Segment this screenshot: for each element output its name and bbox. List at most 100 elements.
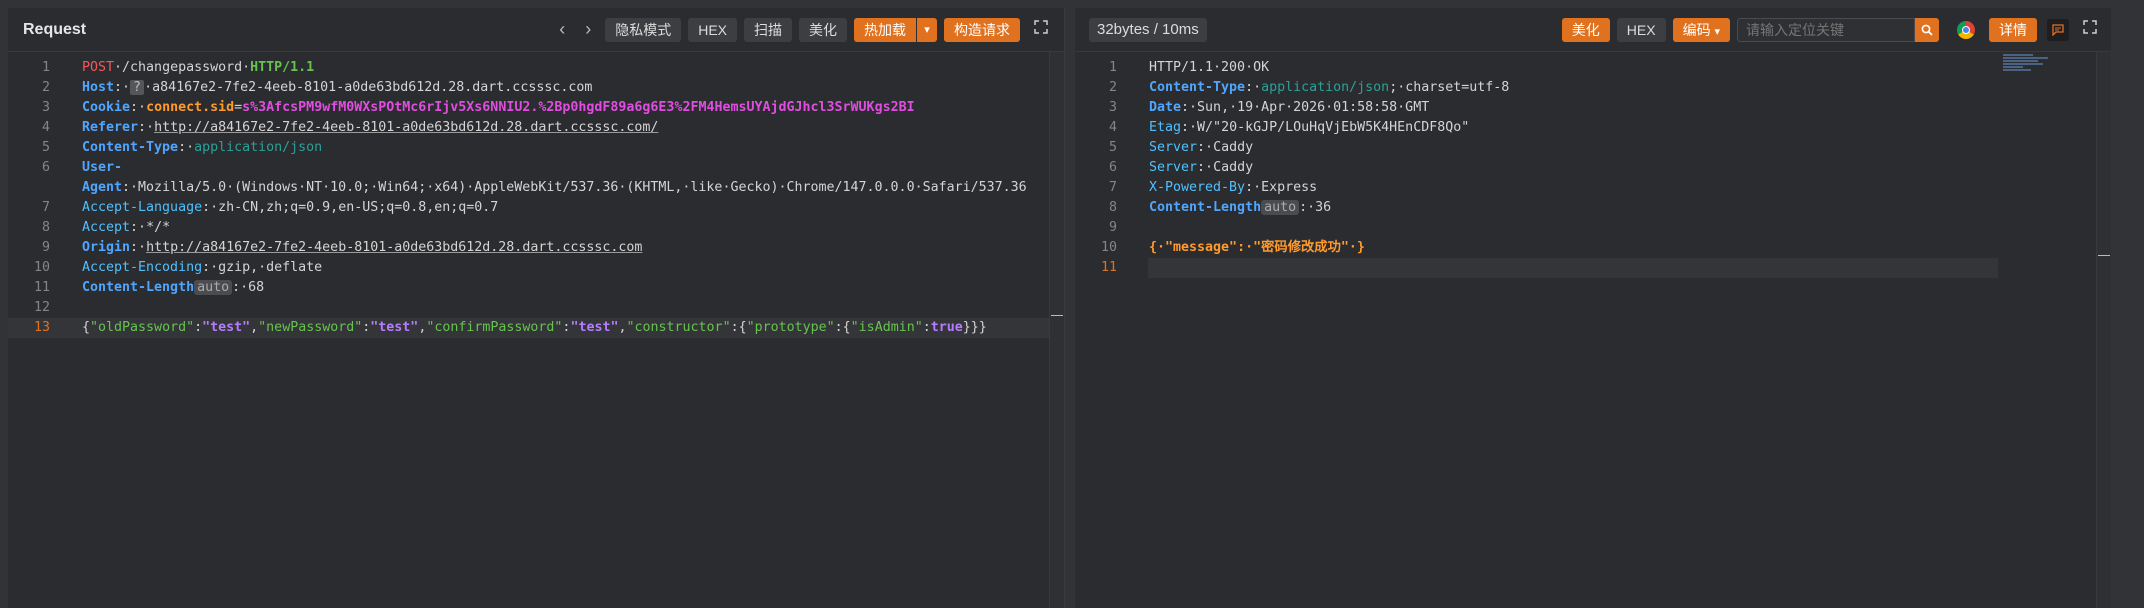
auto-badge[interactable]: auto [194, 280, 233, 295]
header-key: Content-Type [82, 140, 179, 155]
build-request-button[interactable]: 构造请求 [944, 17, 1020, 42]
http-method: POST [82, 60, 115, 75]
line-number: 7 [41, 200, 50, 215]
header-key: Host [82, 80, 115, 95]
header-colon: :· [138, 120, 155, 135]
json-body: {"oldPassword":"test","newPassword":"tes… [82, 320, 987, 335]
encoding-label: 编码 [1682, 21, 1711, 38]
header-key: Content-Type [1149, 80, 1246, 95]
request-editor[interactable]: 1 POST·/changepassword·HTTP/1.1 2 Host:·… [8, 52, 1064, 608]
comment-icon[interactable] [2047, 18, 2069, 41]
code-line: 7 Accept-Language:·zh-CN,zh;q=0.9,en-US;… [8, 198, 1064, 218]
line-number: 4 [1108, 120, 1117, 135]
hex-button[interactable]: HEX [688, 17, 737, 42]
cookie-value: s%3AfcsPM9wfM0WXsPOtMc6rIjv5Xs6NNIU2.%2B… [242, 100, 915, 115]
header-key: Accept [82, 220, 131, 235]
chrome-icon[interactable] [1957, 20, 1975, 39]
beautify-button[interactable]: 美化 [799, 17, 847, 42]
request-scrollbar[interactable] [1049, 52, 1064, 608]
header-value: zh-CN,zh;q=0.9,en-US;q=0.8,en;q=0.7 [218, 200, 499, 215]
response-panel: 32bytes / 10ms 美化 HEX 编码 ▾ 详情 1 HTTP/1.1… [1075, 8, 2111, 608]
response-toolbar: 32bytes / 10ms 美化 HEX 编码 ▾ 详情 [1075, 8, 2111, 52]
json-body: {·"message":·"密码修改成功"·} [1149, 240, 1365, 255]
line-number: 10 [1100, 240, 1117, 255]
line-number: 1 [41, 60, 50, 75]
line-number: 2 [41, 80, 50, 95]
active-line-highlight [1148, 258, 1998, 278]
details-button[interactable]: 详情 [1989, 17, 2037, 42]
request-title: Request [23, 20, 87, 38]
header-colon: :· [1245, 80, 1262, 95]
locate-search-input[interactable] [1737, 17, 1915, 42]
origin-link[interactable]: http://a84167e2-7fe2-4eeb-8101-a0de63bd6… [146, 240, 642, 255]
header-value-charset: ;·charset=utf-8 [1389, 80, 1510, 95]
header-colon: :· [1245, 180, 1262, 195]
back-arrow-icon[interactable]: ‹ [552, 19, 572, 40]
status-line: HTTP/1.1·200·OK [1149, 60, 1270, 75]
header-key: X-Powered-By [1149, 180, 1246, 195]
header-colon: :· [1197, 140, 1214, 155]
line-number: 5 [1108, 140, 1117, 155]
code-line-active: 11 [1075, 258, 2111, 278]
header-key: Server [1149, 160, 1198, 175]
header-key: User-Agent [82, 160, 123, 195]
expand-icon[interactable] [1032, 20, 1050, 39]
response-hex-button[interactable]: HEX [1616, 17, 1666, 42]
response-beautify-button[interactable]: 美化 [1561, 17, 1610, 42]
header-value: Express [1261, 180, 1318, 195]
code-line: 1 HTTP/1.1·200·OK [1075, 58, 2111, 78]
line-number: 9 [1108, 220, 1117, 235]
request-toolbar: Request ‹ › 隐私模式 HEX 扫描 美化 热加载 ▾ 构造请求 [8, 8, 1064, 52]
code-line: 10 {·"message":·"密码修改成功"·} [1075, 238, 2111, 258]
code-line: 5 Server:·Caddy [1075, 138, 2111, 158]
line-number: 11 [33, 280, 50, 295]
header-value: Caddy [1213, 160, 1254, 175]
chevron-down-icon[interactable]: ▾ [917, 17, 937, 42]
header-value: gzip,·deflate [218, 260, 323, 275]
header-key: Etag [1149, 120, 1182, 135]
line-number: 5 [41, 140, 50, 155]
expand-icon[interactable] [2081, 20, 2099, 39]
search-icon[interactable] [1915, 17, 1939, 42]
help-badge[interactable]: ? [130, 80, 145, 95]
header-value: */* [146, 220, 171, 235]
header-value: 68 [248, 280, 265, 295]
code-line: 8 Content-Length auto:·36 [1075, 198, 2111, 218]
line-number: 3 [41, 100, 50, 115]
line-number: 6 [41, 160, 50, 175]
encoding-dropdown[interactable]: 编码 ▾ [1672, 17, 1730, 42]
line-number: 8 [41, 220, 50, 235]
code-line: 2 Host:·? ·a84167e2-7fe2-4eeb-8101-a0de63… [8, 78, 1064, 98]
header-colon: :· [1181, 100, 1198, 115]
header-colon: :· [202, 260, 219, 275]
line-number: 3 [1108, 100, 1117, 115]
header-colon: :· [114, 80, 131, 95]
hot-load-button[interactable]: 热加载 [854, 17, 916, 42]
minimap[interactable] [2003, 54, 2053, 76]
auto-badge[interactable]: auto [1261, 200, 1300, 215]
header-value: Mozilla/5.0·(Windows·NT·10.0;·Win64;·x64… [138, 180, 1027, 195]
code-line: 3 Date:·Sun,·19·Apr·2026·01:58:58·GMT [1075, 98, 2111, 118]
header-colon: :· [122, 180, 139, 195]
header-key: Referer [82, 120, 139, 135]
header-colon: :· [130, 100, 147, 115]
header-colon: :· [202, 200, 219, 215]
response-scrollbar[interactable] [2096, 52, 2111, 608]
private-mode-button[interactable]: 隐私模式 [605, 17, 682, 42]
header-value: Sun,·19·Apr·2026·01:58:58·GMT [1197, 100, 1430, 115]
header-key: Server [1149, 140, 1198, 155]
header-key: Content-Length [82, 280, 195, 295]
header-colon: :· [1197, 160, 1214, 175]
referer-link[interactable]: http://a84167e2-7fe2-4eeb-8101-a0de63bd6… [154, 120, 658, 135]
code-line: 4 Etag:·W/"20-kGJP/LOuHqVjEbW5K4HEnCDF8Q… [1075, 118, 2111, 138]
code-line: 3 Cookie:·connect.sid=s%3AfcsPM9wfM0WXsP… [8, 98, 1064, 118]
header-colon: :· [1299, 200, 1316, 215]
response-editor[interactable]: 1 HTTP/1.1·200·OK 2 Content-Type:·applic… [1075, 52, 2111, 608]
code-line: 9 [1075, 218, 2111, 238]
cookie-eq: = [234, 100, 243, 115]
request-path: ·/changepassword· [114, 60, 251, 75]
scan-button[interactable]: 扫描 [744, 17, 792, 42]
code-line: 9 Origin:·http://a84167e2-7fe2-4eeb-8101… [8, 238, 1064, 258]
line-number: 6 [1108, 160, 1117, 175]
forward-arrow-icon[interactable]: › [578, 19, 598, 40]
